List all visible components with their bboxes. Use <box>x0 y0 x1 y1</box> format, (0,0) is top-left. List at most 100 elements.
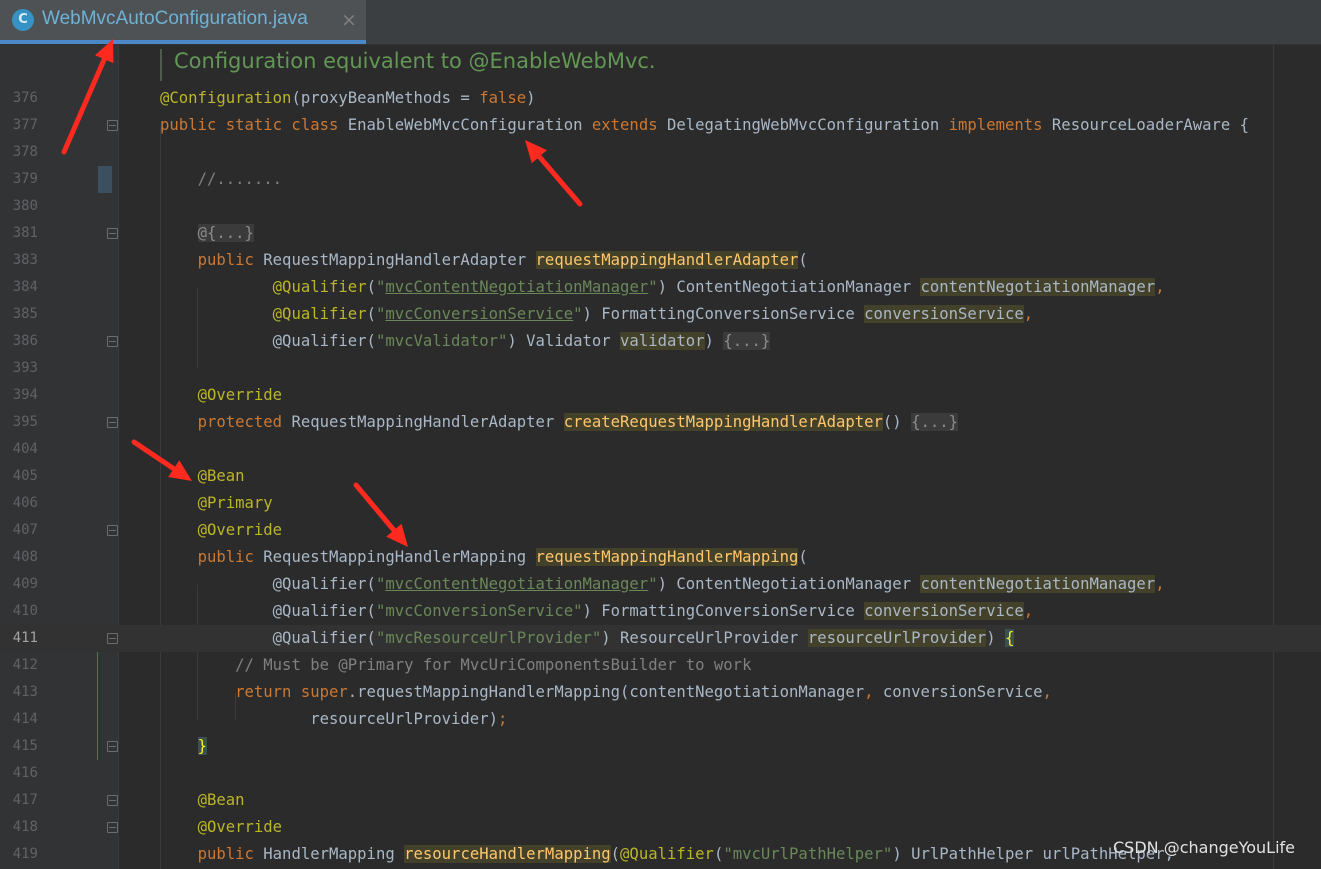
close-icon[interactable]: × <box>341 9 357 31</box>
line-number[interactable]: 412 <box>0 652 38 679</box>
code-line[interactable]: 393 <box>0 355 1321 382</box>
code-text[interactable]: @Primary <box>160 490 273 517</box>
code-text[interactable]: @{...} <box>160 220 254 247</box>
fold-toggle-icon[interactable] <box>107 633 118 644</box>
fold-toggle-icon[interactable] <box>107 336 118 347</box>
code-text[interactable]: resourceUrlProvider); <box>160 706 507 733</box>
code-token: " <box>375 278 386 296</box>
line-number[interactable]: 411 <box>0 625 38 652</box>
code-line[interactable]: 411 @Qualifier("mvcResourceUrlProvider")… <box>0 625 1321 652</box>
line-number[interactable]: 416 <box>0 760 38 787</box>
code-text[interactable]: public RequestMappingHandlerAdapter requ… <box>160 247 808 274</box>
line-number[interactable]: 414 <box>0 706 38 733</box>
line-number[interactable]: 376 <box>0 85 38 112</box>
line-number[interactable]: 410 <box>0 598 38 625</box>
line-number[interactable]: 395 <box>0 409 38 436</box>
code-text[interactable]: // Must be @Primary for MvcUriComponents… <box>160 652 751 679</box>
fold-toggle-icon[interactable] <box>107 120 118 131</box>
code-line[interactable]: 407 @Override <box>0 517 1321 544</box>
line-number[interactable]: 386 <box>0 328 38 355</box>
code-line[interactable]: 414 resourceUrlProvider); <box>0 706 1321 733</box>
line-number[interactable]: 378 <box>0 139 38 166</box>
code-line[interactable]: 410 @Qualifier("mvcConversionService") F… <box>0 598 1321 625</box>
code-text[interactable]: protected RequestMappingHandlerAdapter c… <box>160 409 959 436</box>
code-token: ) ContentNegotiationManager <box>657 278 921 296</box>
code-editor[interactable]: Configuration equivalent to @EnableWebMv… <box>0 45 1321 869</box>
line-number[interactable]: 379 <box>0 166 38 193</box>
code-line[interactable]: 383 public RequestMappingHandlerAdapter … <box>0 247 1321 274</box>
line-number[interactable]: 380 <box>0 193 38 220</box>
code-text[interactable]: @Qualifier("mvcConversionService") Forma… <box>160 598 1033 625</box>
line-number[interactable]: 394 <box>0 382 38 409</box>
code-text[interactable]: @Override <box>160 382 283 409</box>
line-number[interactable]: 383 <box>0 247 38 274</box>
code-text[interactable]: //....... <box>160 166 283 193</box>
line-number[interactable]: 405 <box>0 463 38 490</box>
fold-toggle-icon[interactable] <box>107 228 118 239</box>
code-line[interactable]: 417 @Bean <box>0 787 1321 814</box>
fold-toggle-icon[interactable] <box>107 417 118 428</box>
code-line[interactable]: 379 //....... <box>0 166 1321 193</box>
code-line[interactable]: 413 return super.requestMappingHandlerMa… <box>0 679 1321 706</box>
code-text[interactable]: @Qualifier("mvcResourceUrlProvider") Res… <box>160 625 1015 652</box>
line-number[interactable]: 393 <box>0 355 38 382</box>
line-number[interactable]: 418 <box>0 814 38 841</box>
code-line[interactable]: 409 @Qualifier("mvcContentNegotiationMan… <box>0 571 1321 598</box>
code-text[interactable]: @Qualifier("mvcValidator") Validator val… <box>160 328 771 355</box>
code-text[interactable]: @Bean <box>160 463 245 490</box>
line-number[interactable]: 415 <box>0 733 38 760</box>
code-line[interactable]: 378 <box>0 139 1321 166</box>
code-token: ( <box>798 251 808 269</box>
code-line[interactable]: 416 <box>0 760 1321 787</box>
code-line[interactable]: 415 } <box>0 733 1321 760</box>
line-number[interactable]: 417 <box>0 787 38 814</box>
code-text[interactable]: @Qualifier("mvcContentNegotiationManager… <box>160 274 1165 301</box>
code-line[interactable]: 395 protected RequestMappingHandlerAdapt… <box>0 409 1321 436</box>
code-line[interactable]: 404 <box>0 436 1321 463</box>
line-number[interactable]: 409 <box>0 571 38 598</box>
code-line[interactable]: 386 @Qualifier("mvcValidator") Validator… <box>0 328 1321 355</box>
code-text[interactable]: @Qualifier("mvcContentNegotiationManager… <box>160 571 1165 598</box>
line-number[interactable]: 384 <box>0 274 38 301</box>
code-text[interactable]: public static class EnableWebMvcConfigur… <box>160 112 1249 139</box>
code-text[interactable]: @Bean <box>160 787 245 814</box>
tab-webmvcautoconfiguration[interactable]: C WebMvcAutoConfiguration.java × <box>0 0 366 44</box>
code-line[interactable]: 394 @Override <box>0 382 1321 409</box>
fold-toggle-icon[interactable] <box>107 795 118 806</box>
line-number[interactable]: 404 <box>0 436 38 463</box>
code-line[interactable]: 412 // Must be @Primary for MvcUriCompon… <box>0 652 1321 679</box>
code-text[interactable]: public HandlerMapping resourceHandlerMap… <box>160 841 1174 868</box>
code-line[interactable]: 418 @Override <box>0 814 1321 841</box>
line-number[interactable]: 413 <box>0 679 38 706</box>
editor-tab-bar: C WebMvcAutoConfiguration.java × <box>0 0 1321 45</box>
line-number[interactable]: 377 <box>0 112 38 139</box>
code-text[interactable]: @Override <box>160 517 283 544</box>
fold-toggle-icon[interactable] <box>107 525 118 536</box>
code-line[interactable]: 385 @Qualifier("mvcConversionService") F… <box>0 301 1321 328</box>
line-number[interactable]: 407 <box>0 517 38 544</box>
code-token: ResourceLoaderAware { <box>1051 116 1250 134</box>
code-line[interactable]: 408 public RequestMappingHandlerMapping … <box>0 544 1321 571</box>
line-number[interactable]: 381 <box>0 220 38 247</box>
line-number[interactable]: 419 <box>0 841 38 868</box>
code-token: @Override <box>197 386 283 404</box>
code-line[interactable]: 376 @Configuration(proxyBeanMethods = fal… <box>0 85 1321 112</box>
code-line[interactable]: 384 @Qualifier("mvcContentNegotiationMan… <box>0 274 1321 301</box>
code-text[interactable]: @Override <box>160 814 283 841</box>
fold-toggle-icon[interactable] <box>107 741 118 752</box>
code-text[interactable]: return super.requestMappingHandlerMappin… <box>160 679 1052 706</box>
code-line[interactable]: 380 <box>0 193 1321 220</box>
code-line[interactable]: 406 @Primary <box>0 490 1321 517</box>
code-line[interactable]: 405 @Bean <box>0 463 1321 490</box>
code-line[interactable]: 381 @{...} <box>0 220 1321 247</box>
line-number[interactable]: 385 <box>0 301 38 328</box>
code-line[interactable]: 377 public static class EnableWebMvcConfi… <box>0 112 1321 139</box>
fold-toggle-icon[interactable] <box>107 822 118 833</box>
code-text[interactable]: } <box>160 733 207 760</box>
line-number[interactable]: 408 <box>0 544 38 571</box>
line-number[interactable]: 406 <box>0 490 38 517</box>
code-text[interactable]: @Configuration(proxyBeanMethods = false) <box>160 85 536 112</box>
code-text[interactable]: public RequestMappingHandlerMapping requ… <box>160 544 808 571</box>
code-text[interactable]: @Qualifier("mvcConversionService") Forma… <box>160 301 1033 328</box>
